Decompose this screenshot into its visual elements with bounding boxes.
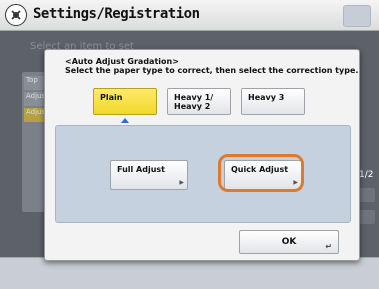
dialog-instructions: Select the paper type to correct, then s… [65,66,359,75]
page-down-button [359,210,375,224]
quick-adjust-highlight [218,154,304,192]
selection-pointer-icon [121,118,129,123]
dialog-title: <Auto Adjust Gradation> [65,57,179,66]
settings-gear-icon [5,4,27,26]
page-up-button [359,188,375,202]
ok-label: OK [281,237,297,247]
submenu-arrow-icon: ▶ [179,179,184,186]
paper-plain-button[interactable]: Plain [93,88,157,115]
bottom-bar [0,257,379,289]
title-bar: Settings/Registration [0,0,379,31]
paper-type-row: Plain Heavy 1/ Heavy 2 Heavy 3 [55,78,345,123]
top-right-button[interactable] [343,5,371,27]
correction-type-panel: Full Adjust ▶ Quick Adjust ▶ [55,125,351,223]
paper-heavy1-heavy2-button[interactable]: Heavy 1/ Heavy 2 [167,88,231,115]
full-adjust-label: Full Adjust [117,165,165,174]
page-title: Settings/Registration [33,6,200,22]
paper-heavy3-button[interactable]: Heavy 3 [241,88,305,115]
auto-adjust-gradation-dialog: <Auto Adjust Gradation> Select the paper… [44,49,360,261]
return-icon: ↵ [325,242,332,251]
ok-button[interactable]: OK ↵ [239,230,339,254]
page-indicator: 1/2 [359,170,374,180]
full-adjust-button[interactable]: Full Adjust ▶ [110,160,188,190]
